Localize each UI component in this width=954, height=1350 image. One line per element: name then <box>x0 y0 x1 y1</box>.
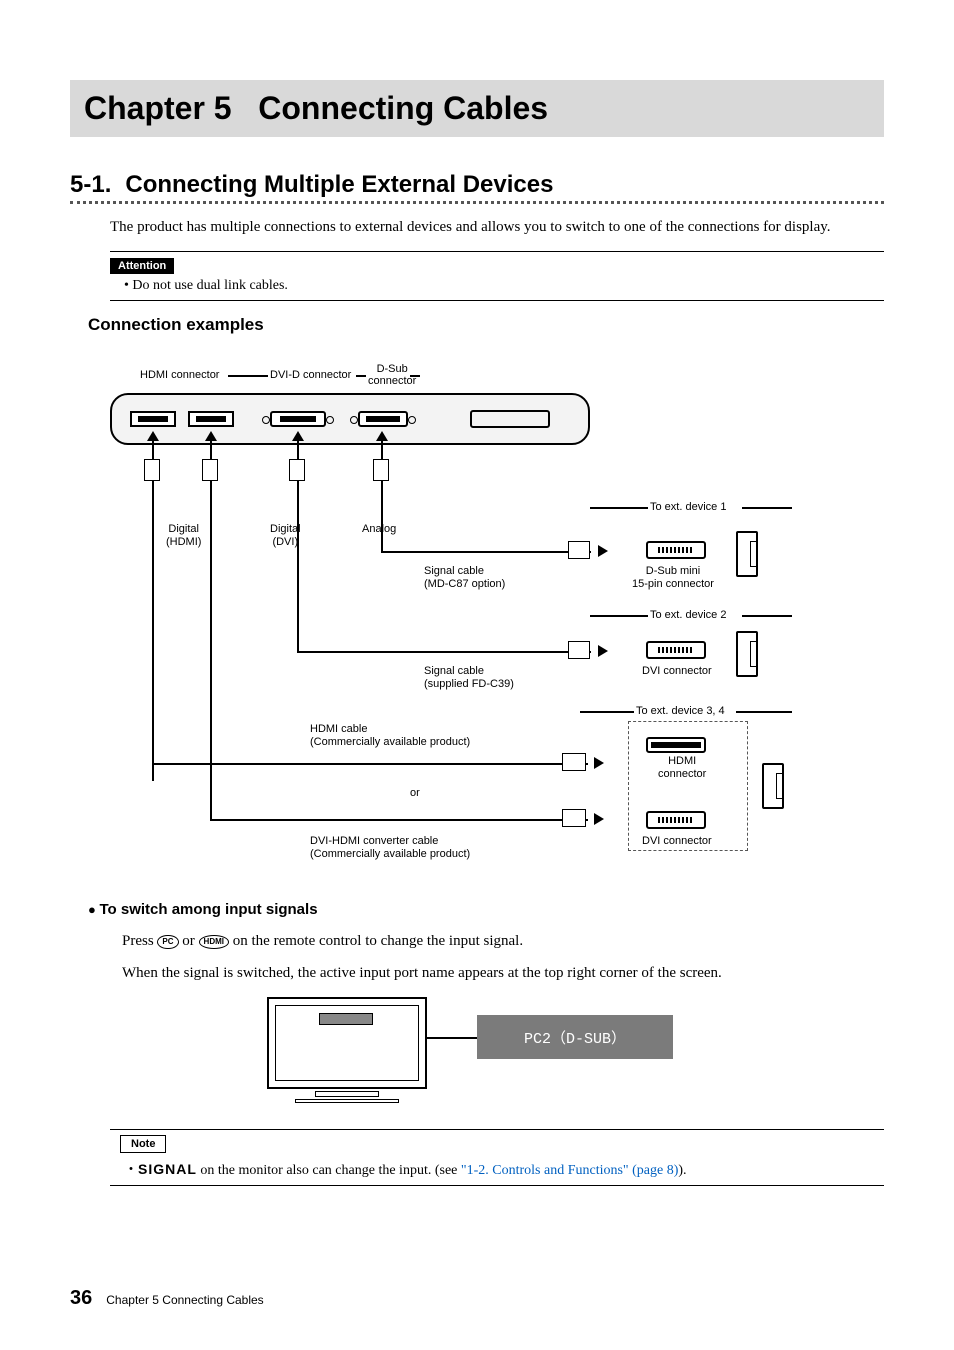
plug-dvi-ext <box>568 641 590 659</box>
ext-device-34 <box>762 763 784 809</box>
page: Chapter 5 Connecting Cables 5-1. Connecti… <box>0 0 954 1350</box>
plug-dsub-ext <box>568 541 590 559</box>
attention-block: Attention Do not use dual link cables. <box>110 251 884 301</box>
port-dvi <box>270 411 326 427</box>
note-block: Note ・SIGNAL on the monitor also can cha… <box>110 1129 884 1186</box>
label-hdmi-connector: HDMI connector <box>140 369 219 381</box>
label-ext-device-34: To ext. device 3, 4 <box>636 705 725 717</box>
section-heading: 5-1. Connecting Multiple External Devices <box>70 171 884 204</box>
press-suffix: on the remote control to change the inpu… <box>233 933 523 949</box>
port-aux <box>470 410 550 428</box>
plug-dvi <box>289 459 305 481</box>
section-intro-text: The product has multiple connections to … <box>110 216 884 239</box>
label-ext-device-1: To ext. device 1 <box>650 501 726 513</box>
note-label: Note <box>120 1135 166 1153</box>
label-signal-fdc39: Signal cable (supplied FD-C39) <box>424 665 514 691</box>
chapter-number: Chapter 5 <box>84 90 232 126</box>
ext-device-1 <box>736 531 758 577</box>
attention-bullet: Do not use dual link cables. <box>124 278 884 294</box>
port-dsub <box>358 411 408 427</box>
plug-dvi-hdmi-ext <box>562 809 586 827</box>
ext-device-2 <box>736 631 758 677</box>
osd-label: PC2（D-SUB） <box>477 1015 673 1059</box>
label-signal-mdc87: Signal cable (MD-C87 option) <box>424 565 505 591</box>
pc-button-icon: PC <box>157 935 178 949</box>
plug-dsub <box>373 459 389 481</box>
running-footer: Chapter 5 Connecting Cables <box>106 1293 263 1307</box>
label-ext-device-2: To ext. device 2 <box>650 609 726 621</box>
signal-word: SIGNAL <box>138 1161 197 1177</box>
press-prefix: Press <box>122 933 157 949</box>
note-text-prefix: on the monitor also can change the input… <box>197 1163 461 1178</box>
label-dvi-hdmi-cable: DVI-HDMI converter cable (Commercially a… <box>310 835 470 861</box>
monitor-front <box>267 997 427 1089</box>
plug-hdmi-1 <box>144 459 160 481</box>
label-digital-hdmi: Digital (HDMI) <box>166 523 201 549</box>
connector-dsub-mini <box>646 541 706 559</box>
callout-line <box>427 1037 477 1039</box>
port-hdmi-2 <box>188 411 234 427</box>
label-hdmi-cable: HDMI cable (Commercially available produ… <box>310 723 470 749</box>
label-dvi-connector: DVI-D connector <box>270 369 351 381</box>
note-bullet-dot: ・ <box>124 1163 138 1178</box>
section-number: 5-1. <box>70 171 111 198</box>
monitor-inner-port <box>319 1013 373 1025</box>
note-text-suffix: ). <box>678 1163 686 1178</box>
plug-hdmi-ext <box>562 753 586 771</box>
hdmi-button-icon: HDMI <box>199 935 229 949</box>
label-analog: Analog <box>362 523 396 536</box>
connector-dvi <box>646 641 706 659</box>
connector-hdmi <box>646 737 706 753</box>
attention-label: Attention <box>110 258 174 274</box>
switch-instruction-1: Press PC or HDMI on the remote control t… <box>122 933 884 950</box>
monitor-base <box>295 1099 399 1103</box>
plug-hdmi-2 <box>202 459 218 481</box>
connection-diagram: HDMI connector DVI-D connector D-Sub con… <box>110 343 830 883</box>
label-digital-dvi: Digital (DVI) <box>270 523 301 549</box>
connection-examples-heading: Connection examples <box>88 315 884 335</box>
switch-instruction-2: When the signal is switched, the active … <box>122 965 884 982</box>
label-dvi-connector-1: DVI connector <box>642 665 712 678</box>
section-title: Connecting Multiple External Devices <box>125 171 553 198</box>
osd-illustration: PC2（D-SUB） <box>267 997 687 1117</box>
switch-signals-heading: To switch among input signals <box>88 901 884 918</box>
page-number: 36 <box>70 1287 92 1310</box>
press-or: or <box>182 933 198 949</box>
label-hdmi-connector-ext: HDMI connector <box>658 755 706 781</box>
chapter-title: Connecting Cables <box>258 90 548 126</box>
label-dvi-connector-2: DVI connector <box>642 835 712 848</box>
page-footer: 36 Chapter 5 Connecting Cables <box>70 1287 264 1310</box>
connector-dvi-2 <box>646 811 706 829</box>
label-dsub-mini: D-Sub mini 15-pin connector <box>632 565 714 591</box>
chapter-title-bar: Chapter 5 Connecting Cables <box>70 80 884 137</box>
label-or: or <box>410 787 420 800</box>
monitor-stand <box>315 1091 379 1097</box>
port-hdmi-1 <box>130 411 176 427</box>
note-link[interactable]: "1-2. Controls and Functions" (page 8) <box>461 1163 679 1178</box>
